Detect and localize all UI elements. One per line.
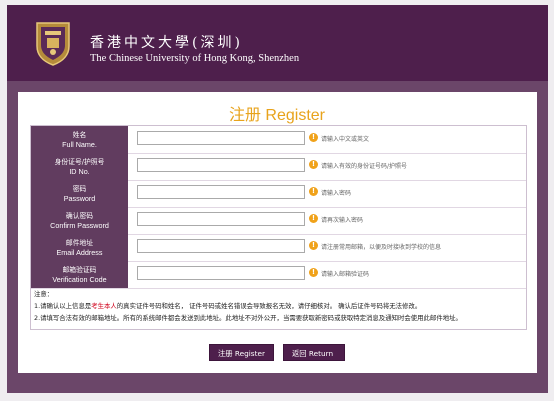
notes-section: 注意： 1.请确认以上信息是考生本人的真实证件号码和姓名， 证件号码或姓名错误会…: [31, 288, 526, 329]
field-label-en: Password: [63, 193, 96, 203]
form-row-email: 邮件地址 Email Address ! 请注册常用邮箱，以便及时接收到学校的信…: [31, 234, 526, 262]
field-label: 身份证号/护照号 ID No.: [31, 153, 128, 180]
field-label-en: ID No.: [69, 166, 90, 176]
field-label: 姓名 Full Name.: [31, 126, 128, 153]
field-label-en: Verification Code: [52, 274, 107, 284]
note-highlight: 考生本人: [91, 302, 117, 310]
form-row-full-name: 姓名 Full Name. ! 请输入中文或英文: [31, 126, 526, 154]
info-icon: !: [309, 214, 318, 223]
confirm-password-input[interactable]: [137, 212, 305, 226]
verification-code-input[interactable]: [137, 266, 305, 280]
site-header: 香港中文大學(深圳) The Chinese University of Hon…: [7, 5, 548, 81]
info-icon: !: [309, 187, 318, 196]
field-hint: 请再次输入密码: [321, 217, 364, 224]
id-number-input[interactable]: [137, 158, 305, 172]
university-name-cn: 香港中文大學(深圳): [90, 35, 243, 51]
form-row-confirm-password: 确认密码 Confirm Password ! 请再次输入密码: [31, 207, 526, 235]
note-line-1: 1.请确认以上信息是考生本人的真实证件号码和姓名， 证件号码或姓名错误会导致报名…: [31, 300, 526, 312]
field-hint: 请输入有效的身份证号码/护照号: [321, 163, 408, 170]
form-row-verification-code: 邮箱验证码 Verification Code ! 请输入邮箱验证码: [31, 261, 526, 289]
register-form: 姓名 Full Name. ! 请输入中文或英文 身份证号/护照号 ID No.…: [30, 125, 527, 330]
field-label-cn: 确认密码: [65, 211, 94, 220]
field-label-en: Full Name.: [62, 139, 97, 149]
return-button[interactable]: 返回 Return: [283, 344, 345, 361]
field-hint: 请注册常用邮箱，以便及时接收到学校的信息: [321, 244, 442, 251]
field-label: 确认密码 Confirm Password: [31, 207, 128, 234]
field-label: 邮件地址 Email Address: [31, 234, 128, 261]
info-icon: !: [309, 133, 318, 142]
field-hint: 请输入邮箱验证码: [321, 271, 370, 278]
form-row-password: 密码 Password ! 请输入密码: [31, 180, 526, 208]
info-icon: !: [309, 160, 318, 169]
email-input[interactable]: [137, 239, 305, 253]
field-label-cn: 姓名: [72, 130, 87, 139]
info-icon: !: [309, 241, 318, 250]
info-icon: !: [309, 268, 318, 277]
notes-heading: 注意：: [34, 290, 54, 298]
field-label: 邮箱验证码 Verification Code: [31, 261, 128, 288]
field-hint: 请输入中文或英文: [321, 136, 370, 143]
register-button[interactable]: 注册 Register: [209, 344, 274, 361]
full-name-input[interactable]: [137, 131, 305, 145]
university-logo-icon: [36, 22, 70, 66]
field-label-cn: 身份证号/护照号: [54, 157, 105, 166]
field-label-cn: 密码: [72, 184, 87, 193]
university-name-en: The Chinese University of Hong Kong, She…: [90, 53, 300, 64]
field-label-cn: 邮件地址: [65, 238, 94, 247]
field-label-cn: 邮箱验证码: [62, 265, 97, 274]
form-row-id-no: 身份证号/护照号 ID No. ! 请输入有效的身份证号码/护照号: [31, 153, 526, 181]
field-label-en: Email Address: [56, 247, 103, 257]
page-title: 注册 Register: [228, 107, 326, 124]
password-input[interactable]: [137, 185, 305, 199]
field-hint: 请输入密码: [321, 190, 352, 197]
field-label: 密码 Password: [31, 180, 128, 207]
note-text: 1.请确认以上信息是: [34, 302, 92, 310]
field-label-en: Confirm Password: [50, 220, 109, 230]
note-line-2: 2.请填写合法有效的邮箱地址。所有的系统邮件都会发送到此地址。此地址不对外公开，…: [34, 314, 462, 322]
note-text: 的真实证件号码和姓名， 证件号码或姓名错误会导致报名无效，请仔细核对。 确认后证…: [116, 302, 422, 310]
